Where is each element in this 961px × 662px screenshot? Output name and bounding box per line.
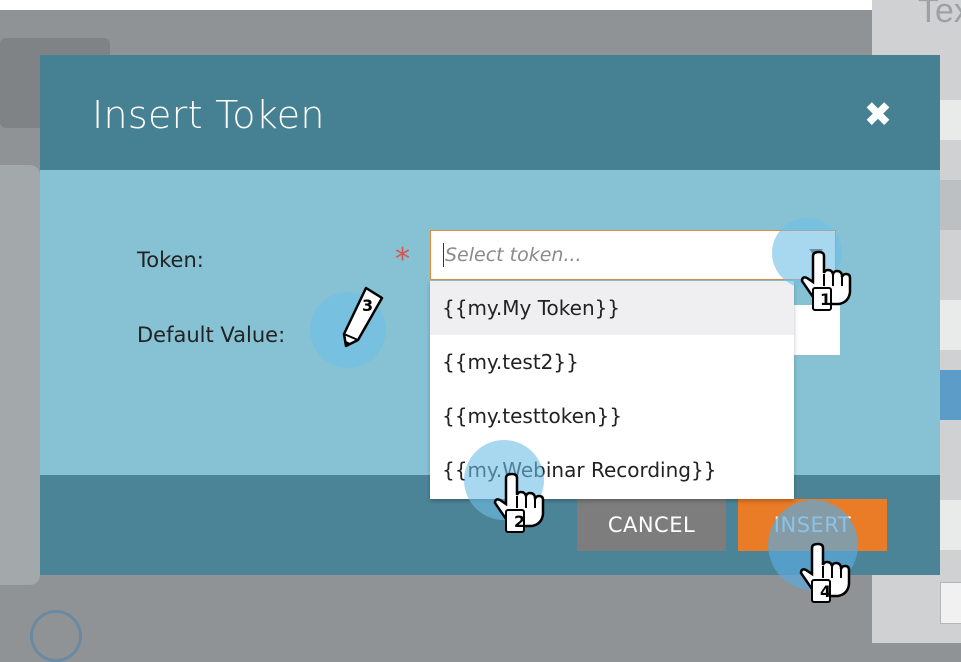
background-right-field [938,300,961,350]
cancel-button[interactable]: CANCEL [577,499,726,551]
pencil-cursor-icon [342,286,384,348]
background-top-bar [0,0,961,10]
background-right-button [938,370,961,420]
step-badge-2: 2 [514,512,526,531]
text-caret [443,243,444,267]
background-right-heading: Tex [918,0,961,30]
dropdown-option[interactable]: {{my.testtoken}} [430,389,794,443]
background-right-field [938,180,961,230]
background-right-field [938,100,961,140]
background-bottom-circle [30,610,82,662]
background-left-sidebar [0,165,40,585]
step-badge-3: 3 [362,296,374,315]
step-badge-1: 1 [820,290,832,309]
dropdown-option[interactable]: {{my.My Token}} [430,281,794,335]
dropdown-option[interactable]: {{my.test2}} [430,335,794,389]
step-badge-4: 4 [820,582,832,601]
required-mark: * [395,242,410,277]
background-bottom-box [940,582,961,624]
token-placeholder: Select token... [445,244,582,266]
close-icon[interactable]: ✖ [862,98,894,132]
background-right-field [938,500,961,550]
dialog-title: Insert Token [92,93,325,137]
token-label: Token: [137,248,204,272]
dialog-header: Insert Token ✖ [40,55,940,170]
default-value-label: Default Value: [137,323,286,347]
